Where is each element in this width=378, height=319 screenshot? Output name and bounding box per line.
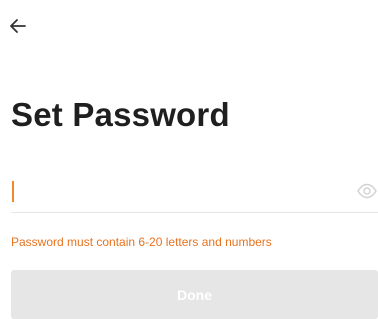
text-cursor [12, 181, 14, 202]
back-button[interactable] [6, 14, 30, 38]
password-input[interactable] [11, 178, 341, 210]
arrow-left-icon [6, 14, 30, 38]
show-password-toggle[interactable] [356, 180, 378, 202]
password-field [11, 178, 378, 213]
done-button[interactable]: Done [11, 270, 378, 319]
eye-icon [356, 180, 378, 202]
password-hint: Password must contain 6-20 letters and n… [11, 235, 272, 249]
page-title: Set Password [11, 96, 230, 133]
